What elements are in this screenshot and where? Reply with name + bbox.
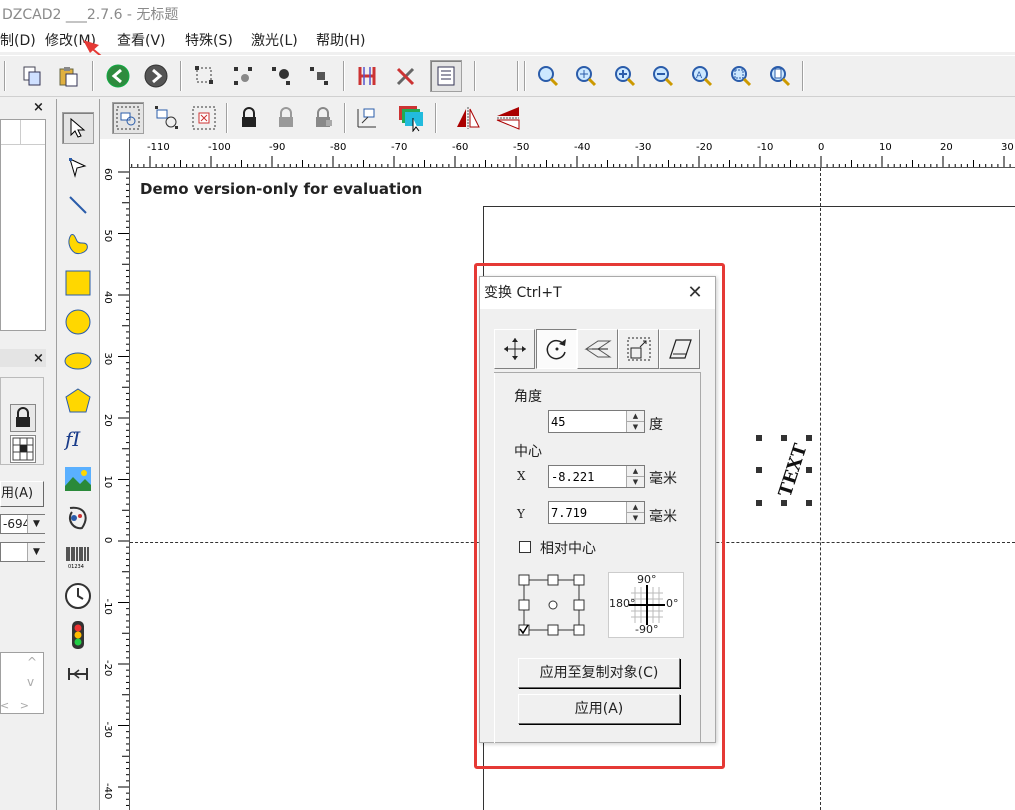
ruler-label: -10 [102, 599, 113, 615]
vertical-ruler: 60 50 40 30 20 10 0 -10 -20 -30 -40 [100, 139, 130, 810]
zoom-icon[interactable] [532, 60, 564, 92]
ungroup-icon[interactable] [151, 102, 183, 134]
menu-item-draw[interactable]: 制(D) [0, 30, 36, 52]
object-toolbar [100, 99, 1015, 139]
ruler-label: -110 [147, 142, 170, 153]
ruler-label: 40 [102, 291, 113, 304]
ellipse-icon[interactable] [62, 345, 94, 377]
polygon-icon[interactable] [62, 385, 94, 417]
lock-icon[interactable] [233, 102, 265, 134]
menu-item-special[interactable]: 特殊(S) [185, 30, 233, 52]
ruler-label: -40 [102, 783, 113, 799]
close-panel-icon[interactable]: × [33, 100, 44, 115]
curve-icon[interactable] [62, 228, 94, 260]
align-icon[interactable] [351, 102, 383, 134]
output-port-icon[interactable] [62, 658, 94, 690]
object-list[interactable] [0, 119, 46, 331]
menu-bar: 制(D) 修改(M) 查看(V) 特殊(S) 激光(L) 帮助(H) [0, 30, 1015, 52]
vector-icon[interactable] [62, 502, 94, 534]
node-edit-icon[interactable] [189, 60, 221, 92]
ruler-label: -90 [269, 142, 285, 153]
node-tool-icon[interactable] [62, 151, 94, 183]
ruler-label: 30 [102, 353, 113, 366]
input-port-icon[interactable] [62, 619, 94, 651]
scroll-down-icon[interactable]: v [27, 675, 34, 689]
ruler-label: -30 [102, 722, 113, 738]
mirror-h-icon[interactable] [452, 102, 484, 134]
ruler-label: -40 [574, 142, 590, 153]
node-delete-icon[interactable] [303, 60, 335, 92]
ruler-label: 30 [1001, 142, 1014, 153]
svg-text:fI: fI [64, 427, 81, 451]
ruler-label: -80 [330, 142, 346, 153]
menu-item-laser[interactable]: 激光(L) [251, 30, 298, 52]
unlock-icon[interactable] [270, 102, 302, 134]
hatch-icon[interactable] [352, 60, 384, 92]
apply-button[interactable]: 用(A) [0, 481, 44, 507]
zoom-in-icon[interactable] [570, 60, 602, 92]
chevron-down-icon[interactable]: ▼ [27, 515, 45, 533]
node-select-icon[interactable] [227, 60, 259, 92]
center-line-vertical [820, 168, 821, 810]
barcode-icon[interactable]: 01234 [62, 541, 94, 573]
mirror-v-icon[interactable] [492, 102, 524, 134]
selected-text-object[interactable]: TEXT [753, 432, 815, 508]
highlight-box [474, 263, 725, 769]
line-icon[interactable] [62, 189, 94, 221]
ruler-label: 10 [102, 476, 113, 489]
ruler-label: -10 [757, 142, 773, 153]
ruler-label: -70 [391, 142, 407, 153]
node-add-icon[interactable] [265, 60, 297, 92]
ruler-label: -20 [696, 142, 712, 153]
circle-icon[interactable] [62, 306, 94, 338]
ruler-label: 0 [818, 142, 824, 153]
timer-icon[interactable] [62, 580, 94, 612]
group-icon[interactable] [112, 102, 144, 134]
chevron-down-icon[interactable]: ▼ [27, 543, 45, 561]
ruler-label: 20 [102, 414, 113, 427]
list-icon[interactable] [430, 60, 462, 92]
scroll-arrows: < > [0, 699, 29, 712]
ruler-label: -20 [102, 660, 113, 676]
back-icon[interactable] [102, 60, 134, 92]
grid-property-icon[interactable] [10, 435, 36, 463]
drawing-toolbar: fI 01234 [56, 99, 100, 810]
paste-icon[interactable] [52, 60, 84, 92]
main-toolbar: A [0, 55, 1015, 97]
lock-property-icon[interactable] [10, 404, 36, 432]
ruler-label: 60 [102, 168, 113, 181]
select-inside-icon[interactable] [188, 102, 220, 134]
close-property-panel-icon[interactable]: × [33, 351, 44, 366]
ruler-label: 50 [102, 230, 113, 243]
svg-text:01234: 01234 [68, 564, 84, 569]
forward-icon[interactable] [140, 60, 172, 92]
scroll-up-icon[interactable]: ^ [27, 655, 37, 669]
text-icon[interactable]: fI [62, 422, 94, 454]
ruler-label: 20 [940, 142, 953, 153]
layer-color-icon[interactable] [395, 102, 427, 134]
zoom-page-icon[interactable] [764, 60, 796, 92]
copy-icon[interactable] [16, 60, 48, 92]
zoom-plus-icon[interactable] [609, 60, 641, 92]
ruler-label: -50 [513, 142, 529, 153]
zoom-all-icon[interactable]: A [686, 60, 718, 92]
demo-watermark-text: Demo version-only for evaluation [140, 180, 423, 198]
rectangle-icon[interactable] [62, 267, 94, 299]
pointer-icon[interactable] [62, 112, 94, 144]
zoom-minus-icon[interactable] [647, 60, 679, 92]
ruler-label: -30 [635, 142, 651, 153]
bitmap-icon[interactable] [62, 463, 94, 495]
window-title: DZCAD2 ___2.7.6 - 无标题 [0, 0, 1015, 30]
menu-item-help[interactable]: 帮助(H) [316, 30, 365, 52]
ruler-label: 0 [102, 537, 113, 543]
ruler-label: -100 [208, 142, 231, 153]
zoom-select-icon[interactable] [725, 60, 757, 92]
lock-gray-icon[interactable] [307, 102, 339, 134]
horizontal-ruler: -110 -100 -90 -80 -70 -60 -50 -40 -30 -20 -10 0 10 20… [100, 139, 1015, 168]
ruler-label: 10 [879, 142, 892, 153]
tools-icon[interactable] [390, 60, 422, 92]
ruler-label: -60 [452, 142, 468, 153]
object-list-panel: × × 用(A) -694 ▼ ▼ ^ v < > [0, 99, 55, 810]
svg-text:A: A [696, 71, 703, 81]
